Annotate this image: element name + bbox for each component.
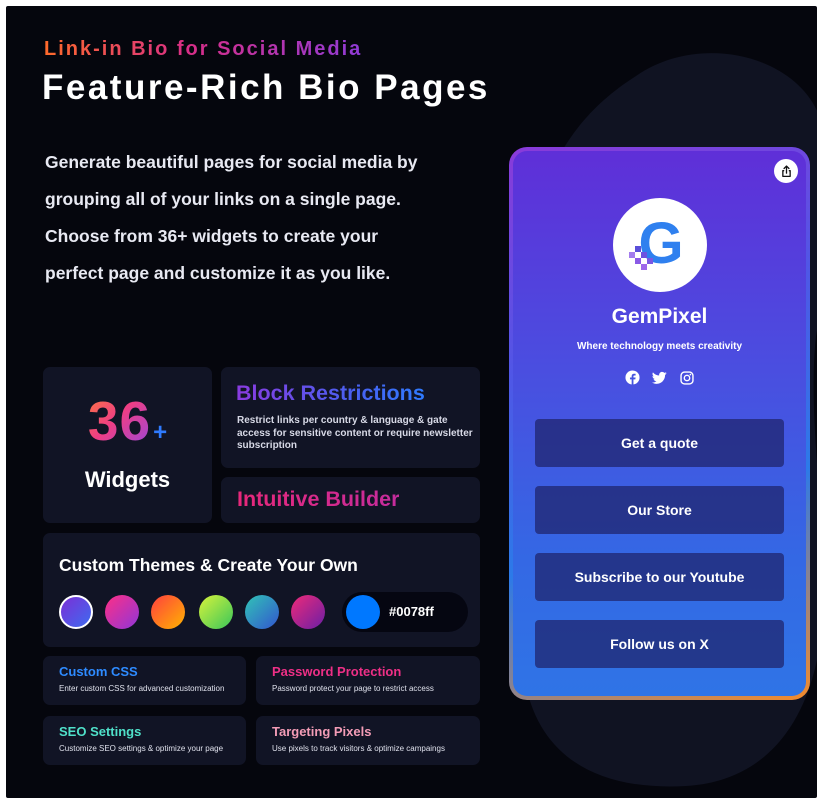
custom-themes-card: Custom Themes & Create Your Own #0078ff <box>43 533 480 647</box>
feature-description: Password protect your page to restrict a… <box>272 684 434 693</box>
feature-description: Enter custom CSS for advanced customizat… <box>59 684 225 693</box>
gempixel-logo: G <box>629 211 684 276</box>
link-button-subscribe-youtube[interactable]: Subscribe to our Youtube <box>535 553 784 601</box>
feature-description: Customize SEO settings & optimize your p… <box>59 744 224 753</box>
facebook-icon[interactable] <box>625 370 640 385</box>
custom-themes-title: Custom Themes & Create Your Own <box>59 555 358 575</box>
theme-swatch-pink-purple[interactable] <box>105 595 139 629</box>
share-icon <box>781 164 791 177</box>
widgets-number: 36 <box>87 390 152 452</box>
custom-color-value[interactable]: #0078ff <box>389 604 434 619</box>
feature-card-targeting-pixels: Targeting Pixels Use pixels to track vis… <box>256 716 480 765</box>
feature-title: Custom CSS <box>59 664 138 679</box>
feature-card-password-protection: Password Protection Password protect you… <box>256 656 480 705</box>
theme-swatch-magenta-purple[interactable] <box>291 595 325 629</box>
feature-section: Link-in Bio for Social Media Feature-Ric… <box>6 6 817 798</box>
theme-swatch-lime-green[interactable] <box>199 595 233 629</box>
page-title: Feature-Rich Bio Pages <box>42 68 490 107</box>
bio-page-preview: G GemPixel Where technology meets creati… <box>509 147 810 700</box>
feature-title: SEO Settings <box>59 724 142 739</box>
custom-color-swatch[interactable] <box>346 595 380 629</box>
link-button-get-a-quote[interactable]: Get a quote <box>535 419 784 467</box>
intuitive-builder-title: Intuitive Builder <box>237 487 400 511</box>
link-button-our-store[interactable]: Our Store <box>535 486 784 534</box>
profile-avatar: G <box>613 198 707 292</box>
twitter-icon[interactable] <box>652 370 667 385</box>
intuitive-builder-card: Intuitive Builder <box>221 477 480 523</box>
preview-screen: G GemPixel Where technology meets creati… <box>513 151 806 696</box>
link-button-follow-on-x[interactable]: Follow us on X <box>535 620 784 668</box>
profile-name: GemPixel <box>611 305 708 328</box>
feature-card-seo-settings: SEO Settings Customize SEO settings & op… <box>43 716 246 765</box>
theme-swatch-orange[interactable] <box>151 595 185 629</box>
feature-title: Password Protection <box>272 664 402 679</box>
block-restrictions-description: Restrict links per country & language & … <box>237 415 473 451</box>
widgets-card: 36+ Widgets <box>43 367 212 523</box>
profile-tagline: Where technology meets creativity <box>576 341 743 352</box>
widgets-count: 36+ <box>43 389 212 453</box>
block-restrictions-title: Block Restrictions <box>236 381 425 405</box>
widgets-label: Widgets <box>84 467 171 492</box>
feature-card-custom-css: Custom CSS Enter custom CSS for advanced… <box>43 656 246 705</box>
widgets-plus: + <box>153 419 168 446</box>
section-eyebrow: Link-in Bio for Social Media <box>44 38 363 60</box>
feature-title: Targeting Pixels <box>272 724 372 739</box>
instagram-icon[interactable] <box>679 370 694 385</box>
custom-color-picker[interactable]: #0078ff <box>342 592 468 632</box>
block-restrictions-card: Block Restrictions Restrict links per co… <box>221 367 480 468</box>
intro-text: Generate beautiful pages for social medi… <box>45 152 418 283</box>
feature-description: Use pixels to track visitors & optimize … <box>272 744 445 753</box>
theme-swatch-teal-blue[interactable] <box>245 595 279 629</box>
social-links <box>513 370 806 385</box>
share-button[interactable] <box>774 159 798 183</box>
theme-swatch-purple-blue[interactable] <box>59 595 93 629</box>
